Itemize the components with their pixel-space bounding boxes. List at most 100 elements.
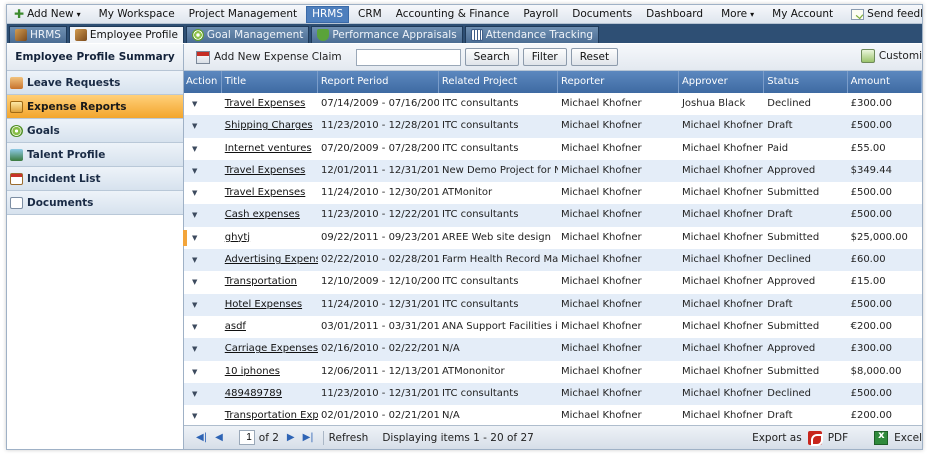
title-link[interactable]: Internet ventures <box>225 143 312 154</box>
table-row[interactable]: ▼ Travel Expenses 12/01/2011 - 12/31/2011 N… <box>184 159 922 183</box>
pdf-icon[interactable] <box>807 430 823 446</box>
menu-hrms[interactable]: HRMS <box>306 5 350 23</box>
menu-crm[interactable]: CRM <box>351 5 389 24</box>
cell-title[interactable]: Travel Expenses <box>222 160 318 182</box>
table-row[interactable]: ▼ Shipping Charges 11/23/2010 - 12/28/2010… <box>184 115 922 138</box>
title-link[interactable]: Hotel Expenses <box>225 299 302 310</box>
row-action-menu[interactable]: ▼ <box>184 361 222 383</box>
refresh-button[interactable]: Refresh <box>329 432 369 444</box>
row-action-menu[interactable]: ▼ <box>184 316 222 338</box>
page-number-input[interactable] <box>238 430 255 445</box>
row-action-menu[interactable]: ▼ <box>184 383 222 405</box>
title-link[interactable]: Shipping Charges <box>225 120 313 131</box>
cell-title[interactable]: Internet ventures <box>222 138 318 160</box>
add-new-menu[interactable]: ✚ Add New ▾ <box>7 5 88 24</box>
title-link[interactable]: 10 iphones <box>225 366 280 377</box>
search-button[interactable]: Search <box>464 48 519 66</box>
menu-my-workspace[interactable]: My Workspace <box>92 5 182 24</box>
title-link[interactable]: Travel Expenses <box>225 187 306 198</box>
row-action-menu[interactable]: ▼ <box>184 182 222 204</box>
menu-dashboard[interactable]: Dashboard <box>639 5 710 24</box>
row-action-menu[interactable]: ▼ <box>184 204 222 226</box>
cell-title[interactable]: asdf <box>222 316 318 338</box>
title-link[interactable]: Transportation Expenses <box>225 410 318 421</box>
export-pdf-link[interactable]: PDF <box>828 432 848 444</box>
menu-accounting-finance[interactable]: Accounting & Finance <box>389 5 517 24</box>
column-header-action[interactable]: Action <box>184 71 222 93</box>
row-action-menu[interactable]: ▼ <box>184 294 222 316</box>
prev-page-icon[interactable]: ◀ <box>215 432 223 443</box>
row-action-menu[interactable]: ▼ <box>184 338 222 360</box>
excel-icon[interactable] <box>874 430 889 445</box>
next-page-icon[interactable]: ▶ <box>287 432 295 443</box>
send-feedback-link[interactable]: Send feedback <box>844 5 922 24</box>
column-header-related-project[interactable]: Related Project <box>439 71 558 93</box>
title-link[interactable]: Travel Expenses <box>225 165 306 176</box>
table-row[interactable]: ▼ Travel Expenses 07/14/2009 - 07/16/2009 I… <box>184 93 922 116</box>
title-link[interactable]: ghytj <box>225 232 250 243</box>
table-row[interactable]: ▼ Cash expenses 11/23/2010 - 12/22/2010 ITC… <box>184 204 922 227</box>
cell-title[interactable]: Hotel Expenses <box>222 294 318 316</box>
first-page-icon[interactable]: ◀| <box>196 432 207 443</box>
table-row[interactable]: ▼ 10 iphones 12/06/2011 - 12/13/2011 ATMono… <box>184 360 922 383</box>
tab-goal-management[interactable]: Goal Management <box>185 26 310 43</box>
tab-attendance-tracking[interactable]: Attendance Tracking <box>464 26 600 43</box>
row-action-menu[interactable]: ▼ <box>184 115 222 137</box>
table-row[interactable]: ▼ Hotel Expenses 11/24/2010 - 12/31/2010 IT… <box>184 293 922 316</box>
reset-button[interactable]: Reset <box>570 48 619 66</box>
table-row[interactable]: ▼ 489489789 11/23/2010 - 12/31/2010 ITC con… <box>184 382 922 406</box>
column-header-report-period[interactable]: Report Period <box>318 71 439 93</box>
search-input[interactable] <box>355 48 461 66</box>
sidebar-item-incident-list[interactable]: Incident List <box>7 167 183 191</box>
tab-employee-profile[interactable]: Employee Profile <box>68 26 184 43</box>
filter-button[interactable]: Filter <box>522 48 567 66</box>
cell-title[interactable]: ghytj <box>222 227 318 249</box>
cell-title[interactable]: Travel Expenses <box>222 182 318 204</box>
cell-title[interactable]: Travel Expenses <box>222 93 318 115</box>
menu-more[interactable]: More ▾ <box>714 5 761 24</box>
menu-project-management[interactable]: Project Management <box>182 5 304 24</box>
table-row[interactable]: ▼ ghytj 09/22/2011 - 09/23/2011 AREE Web si… <box>184 226 922 250</box>
sidebar-title[interactable]: Employee Profile Summary <box>7 44 183 71</box>
menu-documents[interactable]: Documents <box>565 5 639 24</box>
row-action-menu[interactable]: ▼ <box>184 93 222 115</box>
row-action-menu[interactable]: ▼ <box>184 138 222 160</box>
title-link[interactable]: Carriage Expenses <box>225 343 318 354</box>
tab-performance-appraisals[interactable]: Performance Appraisals <box>311 26 463 43</box>
title-link[interactable]: Transportation <box>225 276 297 287</box>
column-header-amount[interactable]: Amount <box>848 71 922 93</box>
cell-title[interactable]: Cash expenses <box>222 204 318 226</box>
cell-title[interactable]: Carriage Expenses <box>222 338 318 360</box>
last-page-icon[interactable]: ▶| <box>303 432 314 443</box>
title-link[interactable]: 489489789 <box>225 388 282 399</box>
tab-hrms[interactable]: HRMS <box>9 26 67 43</box>
table-row[interactable]: ▼ Advertising Expenses02/22/2010 - 02/28/… <box>184 249 922 272</box>
sidebar-item-expense-reports[interactable]: Expense Reports <box>7 95 183 119</box>
cell-title[interactable]: Transportation <box>222 271 318 293</box>
table-row[interactable]: ▼ Internet ventures 07/20/2009 - 07/28/200… <box>184 137 922 160</box>
cell-title[interactable]: 10 iphones <box>222 361 318 383</box>
menu-payroll[interactable]: Payroll <box>516 5 565 24</box>
column-header-reporter[interactable]: Reporter <box>558 71 679 93</box>
row-action-menu[interactable]: ▼ <box>184 271 222 293</box>
sidebar-item-talent-profile[interactable]: Talent Profile <box>7 143 183 167</box>
title-link[interactable]: Cash expenses <box>225 209 300 220</box>
menu-my-account[interactable]: My Account <box>765 5 840 24</box>
sidebar-item-leave-requests[interactable]: Leave Requests <box>7 71 183 95</box>
row-action-menu[interactable]: ▼ <box>184 249 222 271</box>
table-row[interactable]: ▼ Transportation 12/10/2009 - 12/10/2009 IT… <box>184 271 922 294</box>
column-header-status[interactable]: Status <box>764 71 848 93</box>
sidebar-item-goals[interactable]: Goals <box>7 119 183 143</box>
sidebar-item-documents[interactable]: Documents <box>7 191 183 215</box>
title-link[interactable]: Advertising Expenses <box>225 254 318 265</box>
add-expense-claim-button[interactable]: Add New Expense Claim <box>196 50 342 64</box>
cell-title[interactable]: Advertising Expenses <box>222 249 318 271</box>
column-header-approver[interactable]: Approver <box>679 71 765 93</box>
sidebar-collapse-handle[interactable] <box>183 230 187 246</box>
export-excel-link[interactable]: Excel <box>894 432 922 444</box>
table-row[interactable]: ▼ Travel Expenses 11/24/2010 - 12/30/2010 A… <box>184 182 922 205</box>
title-link[interactable]: asdf <box>225 321 246 332</box>
row-action-menu[interactable]: ▼ <box>184 227 222 249</box>
column-header-title[interactable]: Title <box>222 71 318 93</box>
row-action-menu[interactable]: ▼ <box>184 160 222 182</box>
